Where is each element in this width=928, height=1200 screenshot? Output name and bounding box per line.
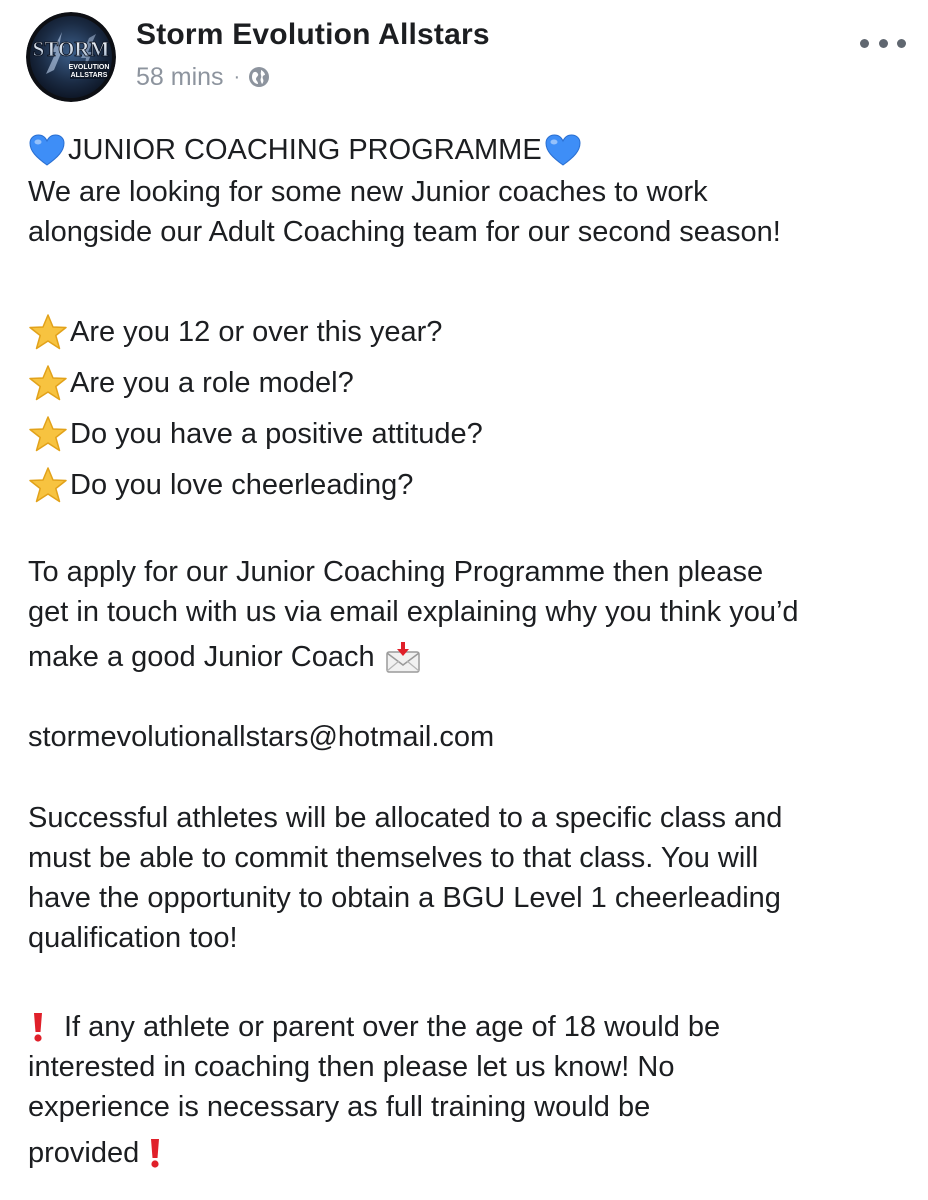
- incoming-envelope-icon: [385, 640, 421, 674]
- question-item: Are you 12 or over this year?: [28, 306, 908, 357]
- adult-line: interested in coaching then please let u…: [28, 1051, 675, 1083]
- question-item: Are you a role model?: [28, 357, 908, 408]
- red-exclamation-icon: [145, 1137, 165, 1169]
- question-text: Are you a role model?: [70, 366, 354, 399]
- success-line: have the opportunity to obtain a BGU Lev…: [28, 882, 781, 914]
- question-text: Do you have a positive attitude?: [70, 417, 483, 450]
- question-text: Do you love cheerleading?: [70, 468, 414, 501]
- success-line: Successful athletes will be allocated to…: [28, 802, 783, 834]
- red-exclamation-icon: [28, 1011, 48, 1043]
- more-options-icon[interactable]: [860, 34, 906, 52]
- globe-icon[interactable]: [248, 66, 270, 88]
- more-dot: [860, 38, 869, 48]
- question-text: Are you 12 or over this year?: [70, 315, 443, 348]
- more-dot: [878, 38, 888, 48]
- star-icon: [28, 466, 68, 504]
- email-link[interactable]: stormevolutionallstars@hotmail.com: [28, 717, 494, 757]
- adult-line: experience is necessary as full training…: [28, 1091, 651, 1123]
- star-icon: [28, 364, 68, 402]
- post-meta: 58 mins ·: [136, 62, 270, 92]
- page-avatar[interactable]: STORM EVOLUTION ALLSTARS: [26, 12, 116, 102]
- page-name-link[interactable]: Storm Evolution Allstars: [136, 18, 490, 52]
- apply-line: get in touch with us via email explainin…: [28, 596, 799, 628]
- post-text: JUNIOR COACHING PROGRAMME We are looking…: [28, 128, 908, 1179]
- apply-line: To apply for our Junior Coaching Program…: [28, 556, 764, 588]
- adult-line-first: If any athlete or parent over the age of…: [28, 1007, 908, 1047]
- intro-line: alongside our Adult Coaching team for ou…: [28, 216, 781, 248]
- apply-line-last: make a good Junior Coach: [28, 632, 908, 682]
- success-line: qualification too!: [28, 922, 238, 954]
- post-timestamp[interactable]: 58 mins: [136, 63, 224, 92]
- question-item: Do you have a positive attitude?: [28, 408, 908, 459]
- question-item: Do you love cheerleading?: [28, 459, 908, 510]
- email-line: stormevolutionallstars@hotmail.com: [28, 717, 908, 757]
- success-line: must be able to commit themselves to tha…: [28, 842, 759, 874]
- star-icon: [28, 415, 68, 453]
- blue-heart-icon: [28, 133, 66, 167]
- svg-text:ALLSTARS: ALLSTARS: [71, 72, 108, 79]
- adult-text: provided: [28, 1137, 140, 1169]
- adult-text: If any athlete or parent over the age of…: [64, 1011, 721, 1043]
- more-dot: [897, 38, 906, 48]
- blue-heart-icon: [544, 133, 582, 167]
- adult-line-last: provided: [28, 1127, 908, 1179]
- heading-text: JUNIOR COACHING PROGRAMME: [68, 134, 542, 166]
- svg-text:STORM: STORM: [33, 37, 110, 61]
- intro-line: We are looking for some new Junior coach…: [28, 176, 708, 208]
- post-header: STORM EVOLUTION ALLSTARS Storm Evolution…: [0, 0, 928, 118]
- apply-text: make a good Junior Coach: [28, 641, 375, 673]
- meta-separator: ·: [233, 65, 241, 88]
- svg-text:EVOLUTION: EVOLUTION: [69, 64, 110, 71]
- star-icon: [28, 313, 68, 351]
- storm-logo-icon: STORM EVOLUTION ALLSTARS: [26, 12, 116, 102]
- post-heading: JUNIOR COACHING PROGRAMME: [28, 128, 908, 172]
